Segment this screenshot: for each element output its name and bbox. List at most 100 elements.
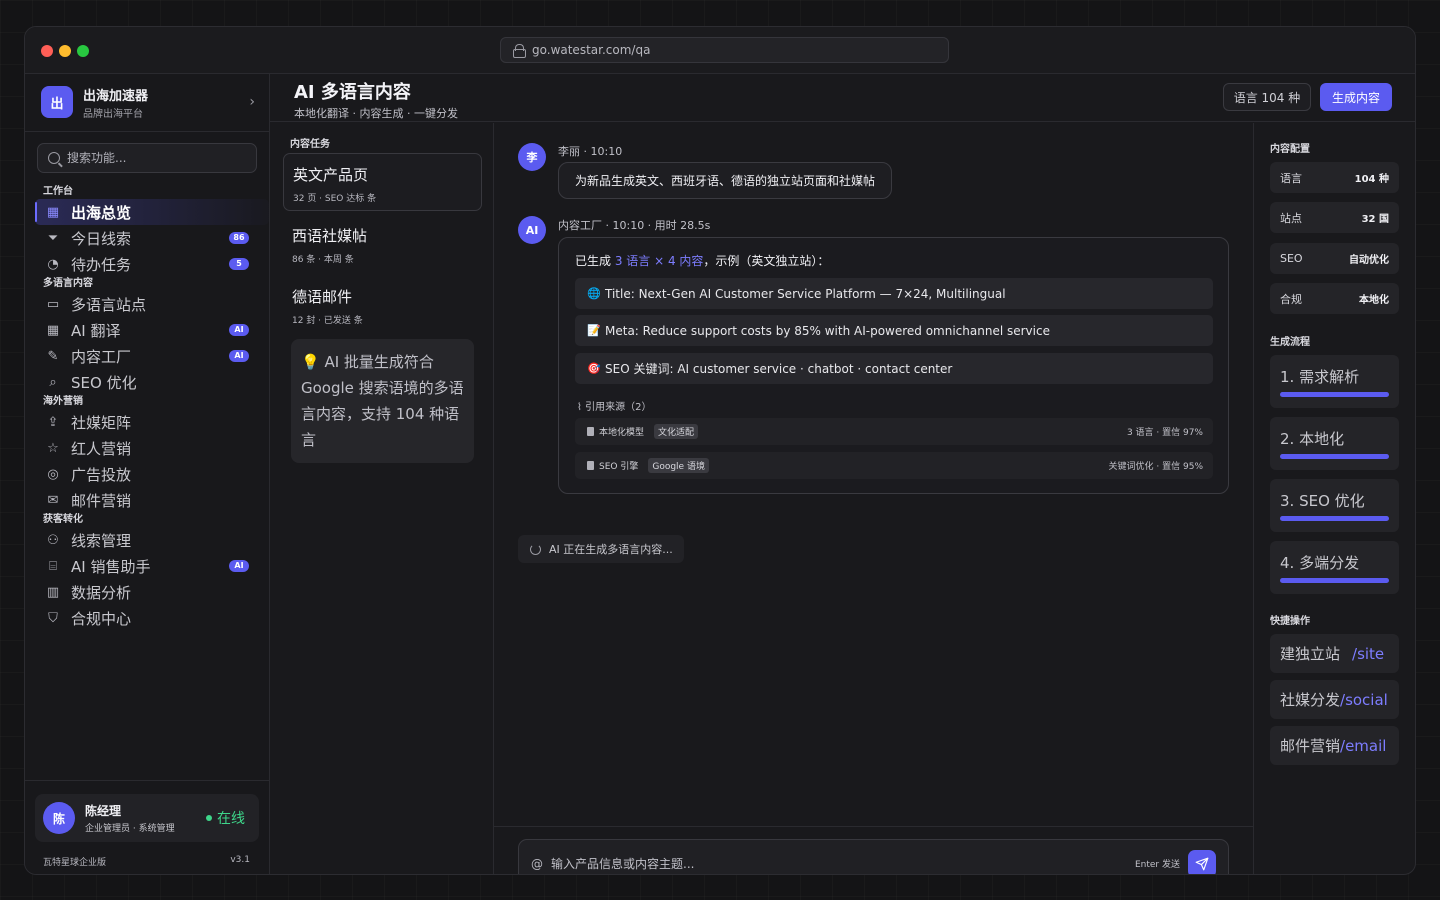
config-row[interactable]: 站点 32 国 [1270, 202, 1399, 233]
sidebar-item[interactable]: ✉ 邮件营销 [25, 487, 269, 513]
search-box[interactable] [37, 143, 257, 173]
right-panel: 内容配置 语言 104 种 站点 32 国 SEO 自动优化 合规 本地化 生成流程 1… [1254, 123, 1415, 874]
sidebar-item[interactable]: ◔ 待办任务 5 [25, 251, 269, 277]
sidebar-item[interactable]: ⌕ SEO 优化 [25, 369, 269, 395]
sidebar-item[interactable]: ▥ 数据分析 [25, 579, 269, 605]
user-area: 陈 陈经理 企业管理员 · 系统管理 在线 瓦特星球企业版 v3.1 [25, 780, 269, 874]
generate-content-button[interactable]: 生成内容 [1320, 83, 1392, 111]
search-input[interactable] [67, 151, 237, 165]
maximize-window-button[interactable] [77, 45, 89, 57]
quick-action-email[interactable]: 邮件营销/email [1270, 726, 1399, 765]
user-card[interactable]: 陈 陈经理 企业管理员 · 系统管理 在线 [35, 794, 259, 842]
task-item[interactable]: 英文产品页 32 页 · SEO 达标 条 [283, 153, 482, 211]
monitor-icon: ▭ [46, 296, 60, 312]
task-item[interactable]: 德语邮件 12 封 · 已发送 条 [283, 276, 482, 334]
config-label: 内容配置 [1270, 144, 1310, 155]
result-row[interactable]: 📝 Meta: Reduce support costs by 85% with… [575, 315, 1213, 346]
sidebar-item-label: 广告投放 [71, 465, 132, 484]
sidebar-nav: 工作台 ▦ 出海总览 ⏷ 今日线索 86 ◔ 待办任务 5 多语言内容 ▭ 多语言站点 ▦ AI 翻译 AI… [25, 185, 269, 631]
sidebar-item[interactable]: ▭ 多语言站点 [25, 291, 269, 317]
sidebar-item-label: AI 销售助手 [71, 557, 151, 576]
send-button[interactable] [1188, 849, 1216, 874]
at-icon[interactable]: @ [531, 857, 543, 871]
filter-icon: ⏷ [47, 230, 59, 246]
avatar: 李 [518, 143, 546, 171]
grid-icon: ▦ [46, 204, 60, 220]
sidebar-item[interactable]: ⚇ 线索管理 [25, 527, 269, 553]
url-text: go.watestar.com/qa [532, 43, 651, 57]
message-input[interactable] [551, 856, 1135, 871]
generating-indicator: AI 正在生成多语言内容... [518, 535, 684, 563]
sidebar-item[interactable]: ⌸ AI 销售助手 AI [25, 553, 269, 579]
source-tag: Google 语境 [648, 458, 709, 473]
sidebar-item[interactable]: ▦ AI 翻译 AI [25, 317, 269, 343]
sidebar-item[interactable]: ⏷ 今日线索 86 [25, 225, 269, 251]
close-window-button[interactable] [41, 45, 53, 57]
target-icon: ◎ [47, 466, 59, 482]
count-badge: 86 [229, 232, 249, 244]
online-dot-icon [206, 815, 212, 821]
chevron-right-icon: › [249, 94, 255, 110]
brand-subtitle: 品牌出海平台 [83, 108, 143, 120]
result-row[interactable]: 🎯 SEO 关键词: AI customer service · chatbot… [575, 353, 1213, 384]
sidebar-item[interactable]: ▦ 出海总览 [35, 199, 269, 225]
sidebar-item[interactable]: ☆ 红人营销 [25, 435, 269, 461]
page-title: AI 多语言内容 [294, 82, 411, 103]
sidebar-item-label: 线索管理 [71, 531, 132, 550]
config-row[interactable]: 合规 本地化 [1270, 283, 1399, 314]
result-row[interactable]: 🌐 Title: Next-Gen AI Customer Service Pl… [575, 278, 1213, 309]
sidebar-item-label: 出海总览 [71, 203, 132, 222]
flow-step[interactable]: 3. SEO 优化 [1270, 479, 1399, 532]
progress-bar [1280, 454, 1389, 459]
quick-action-site[interactable]: 建独立站/site [1270, 634, 1399, 673]
brand-logo: 出 [41, 86, 73, 118]
grid-icon: ▦ [46, 322, 60, 338]
chat-panel: 李 李丽 · 10:10 为新品生成英文、西班牙语、德语的独立站页面和社媒帖 A… [494, 123, 1254, 874]
app-window: go.watestar.com/qa 出 出海加速器 品牌出海平台 › 工作台 ▦… [24, 26, 1416, 875]
flow-step[interactable]: 4. 多端分发 [1270, 541, 1399, 594]
sidebar-item-label: 邮件营销 [71, 491, 132, 510]
flow-label: 生成流程 [1270, 337, 1310, 348]
status-badge: 在线 [206, 808, 259, 828]
flow-step[interactable]: 1. 需求解析 [1270, 355, 1399, 408]
quick-action-social[interactable]: 社媒分发/social [1270, 680, 1399, 719]
flow-step[interactable]: 2. 本地化 [1270, 417, 1399, 470]
task-title: 英文产品页 [293, 166, 369, 184]
config-row[interactable]: SEO 自动优化 [1270, 243, 1399, 274]
message-meta: 内容工厂 · 10:10 · 用时 28.5s [558, 219, 711, 232]
task-item[interactable]: 西语社媒帖 86 条 · 本周 条 [283, 215, 482, 273]
spinner-icon [530, 543, 541, 555]
sidebar-item[interactable]: ⛉ 合规中心 [25, 605, 269, 631]
sidebar-item-label: 多语言站点 [71, 295, 147, 314]
language-button[interactable]: 语言 104 种 [1223, 83, 1311, 111]
count-badge: AI [229, 324, 249, 336]
sidebar-item-label: 红人营销 [71, 439, 132, 458]
progress-bar [1280, 578, 1389, 583]
source-stat: 关键词优化 · 置信 95% [1108, 462, 1203, 472]
minimize-window-button[interactable] [59, 45, 71, 57]
users-icon: ⚇ [47, 532, 59, 548]
edition-label: 瓦特星球企业版 [43, 858, 107, 868]
sidebar-item-label: 社媒矩阵 [71, 413, 132, 432]
brand-switcher[interactable]: 出 出海加速器 品牌出海平台 › [41, 86, 255, 120]
target-icon: 🎯 [587, 362, 601, 375]
memo-icon: 📝 [587, 324, 601, 337]
nav-section-title: 工作台 [43, 186, 73, 197]
task-title: 德语邮件 [292, 288, 353, 306]
ai-headline: 已生成 3 语言 × 4 内容，示例（英文独立站）： [575, 254, 830, 268]
config-row[interactable]: 语言 104 种 [1270, 162, 1399, 193]
sidebar-item[interactable]: ⇪ 社媒矩阵 [25, 409, 269, 435]
sidebar-item-label: SEO 优化 [71, 373, 137, 392]
divider [25, 131, 269, 132]
source-row[interactable]: 本地化模型 文化适配 3 语言 · 置信 97% [575, 418, 1213, 445]
source-row[interactable]: SEO 引擎 Google 语境 关键词优化 · 置信 95% [575, 452, 1213, 479]
page-subtitle: 本地化翻译 · 内容生成 · 一键分发 [294, 107, 458, 120]
sidebar-item[interactable]: ✎ 内容工厂 AI [25, 343, 269, 369]
sidebar-item-label: 内容工厂 [71, 347, 132, 366]
lightbulb-icon: 💡 [301, 353, 320, 371]
address-bar[interactable]: go.watestar.com/qa [500, 37, 949, 63]
ai-avatar: AI [518, 216, 546, 244]
task-meta: 32 页 · SEO 达标 条 [293, 194, 377, 204]
sidebar-item-label: 合规中心 [71, 609, 132, 628]
sidebar-item[interactable]: ◎ 广告投放 [25, 461, 269, 487]
